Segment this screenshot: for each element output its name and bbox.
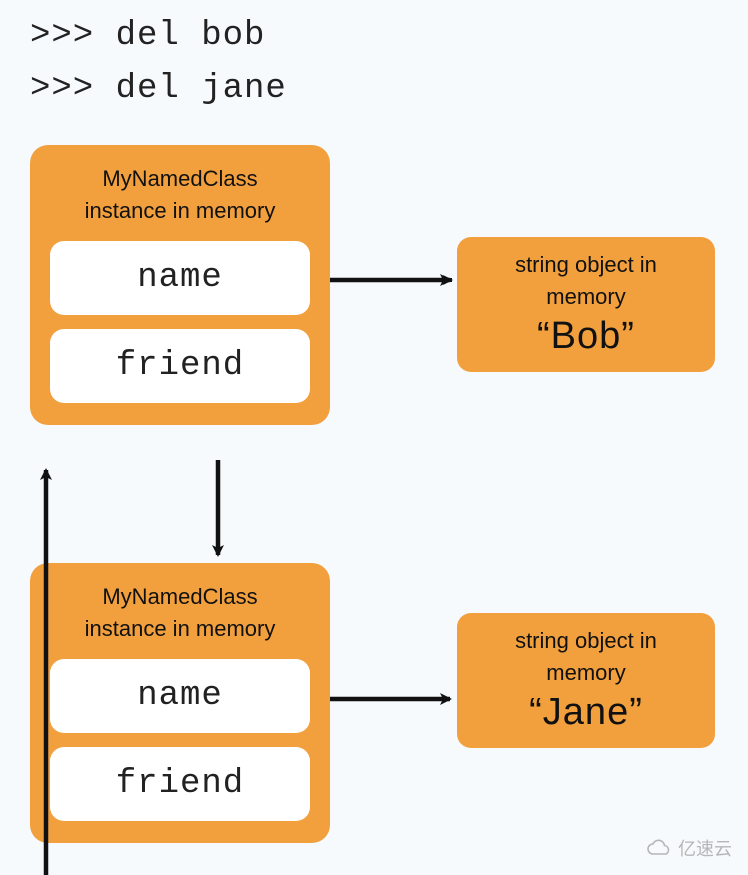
- watermark: 亿速云: [646, 835, 732, 861]
- code-snippet: >>> del bob >>> del jane: [0, 0, 748, 135]
- attr-friend: friend: [50, 747, 310, 821]
- string-title-line2: memory: [546, 284, 625, 309]
- string-value: “Jane”: [471, 691, 701, 734]
- string-box-bob: string object in memory “Bob”: [457, 237, 715, 372]
- memory-diagram: MyNamedClass instance in memory name fri…: [0, 135, 748, 875]
- string-title: string object in memory: [471, 625, 701, 689]
- watermark-text: 亿速云: [678, 835, 732, 861]
- string-box-jane: string object in memory “Jane”: [457, 613, 715, 748]
- code-line-1: >>> del bob: [30, 10, 718, 63]
- code-line-2: >>> del jane: [30, 63, 718, 116]
- string-title-line1: string object in: [515, 252, 657, 277]
- instance-box-jane: MyNamedClass instance in memory name fri…: [30, 563, 330, 843]
- cloud-icon: [646, 838, 672, 858]
- instance-title-line2: instance in memory: [85, 198, 276, 223]
- string-title: string object in memory: [471, 249, 701, 313]
- string-title-line2: memory: [546, 660, 625, 685]
- attr-name: name: [50, 241, 310, 315]
- instance-box-bob: MyNamedClass instance in memory name fri…: [30, 145, 330, 425]
- instance-title-line2: instance in memory: [85, 616, 276, 641]
- string-title-line1: string object in: [515, 628, 657, 653]
- instance-title: MyNamedClass instance in memory: [50, 163, 310, 227]
- instance-title: MyNamedClass instance in memory: [50, 581, 310, 645]
- instance-title-line1: MyNamedClass: [102, 584, 257, 609]
- instance-title-line1: MyNamedClass: [102, 166, 257, 191]
- attr-name: name: [50, 659, 310, 733]
- attr-friend: friend: [50, 329, 310, 403]
- string-value: “Bob”: [471, 315, 701, 358]
